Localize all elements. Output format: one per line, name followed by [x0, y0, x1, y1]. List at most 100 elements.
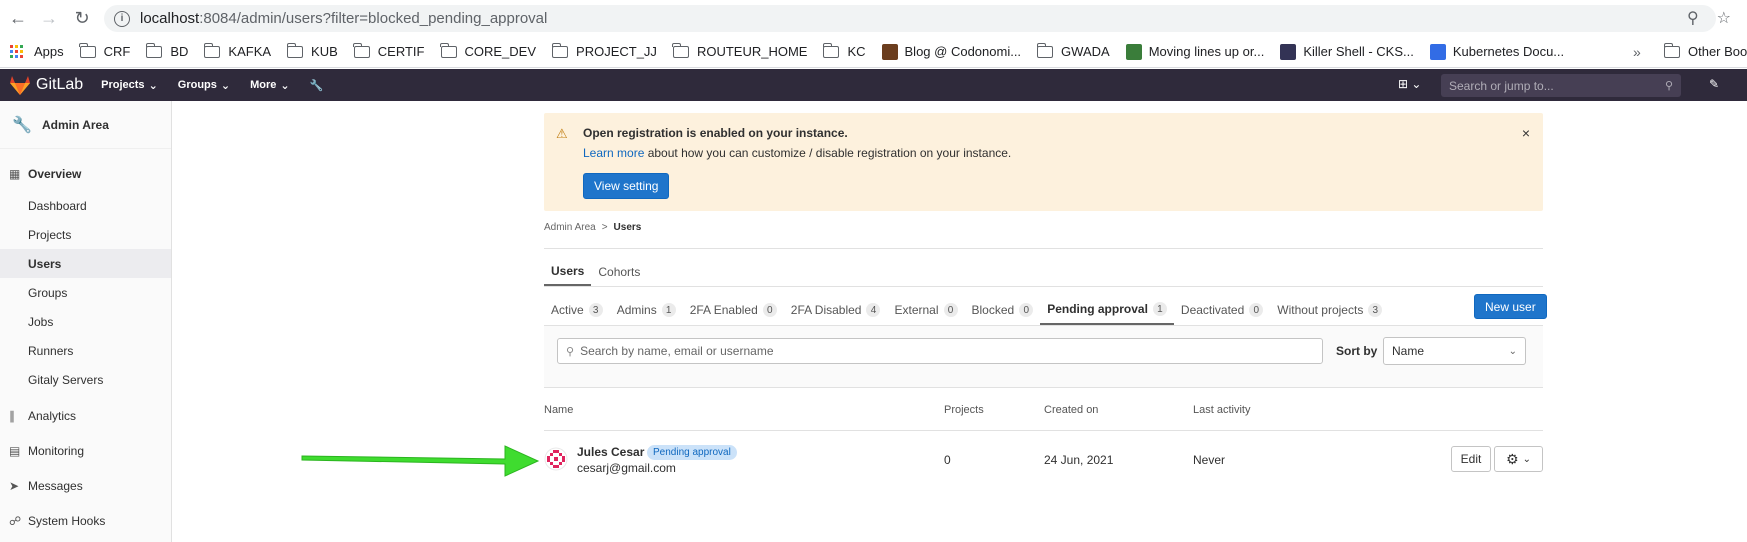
sidebar-item-label: Analytics — [28, 408, 77, 423]
divider — [544, 248, 1543, 249]
user-name-link[interactable]: Jules Cesar — [577, 445, 644, 459]
reload-icon[interactable]: ↻ — [70, 6, 94, 30]
admin-wrench-icon[interactable]: 🔧 — [310, 79, 324, 92]
breadcrumb-admin-area[interactable]: Admin Area — [544, 222, 596, 233]
search-placeholder: Search by name, email or username — [580, 344, 774, 358]
alert-body-text: about how you can customize / disable re… — [644, 146, 1012, 160]
breadcrumb: Admin Area > Users — [544, 222, 641, 233]
user-email: cesarj@gmail.com — [577, 461, 676, 475]
bookmark-label: CORE_DEV — [464, 44, 537, 59]
chevron-down-icon: ⌄ — [1508, 345, 1517, 357]
tab-without-projects[interactable]: Without projects 3 — [1270, 295, 1389, 325]
forward-icon[interactable]: → — [37, 6, 61, 30]
nav-more-label: More — [250, 79, 277, 91]
close-icon[interactable]: × — [1522, 125, 1530, 141]
tab-pending-approval[interactable]: Pending approval 1 — [1040, 295, 1174, 325]
sidebar-item-runners[interactable]: Runners — [0, 336, 171, 365]
chevron-down-icon: ⌄ — [1522, 453, 1531, 465]
bookmark-item[interactable]: ROUTEUR_HOME — [672, 42, 807, 59]
hooks-icon: ☍ — [9, 513, 22, 528]
bookmark-item[interactable]: BD — [145, 42, 188, 59]
avatar[interactable] — [544, 447, 568, 471]
analytics-icon: ∥ — [9, 408, 15, 423]
tab-label: 2FA Disabled — [790, 303, 862, 317]
bookmark-item[interactable]: Moving lines up or... — [1125, 43, 1264, 60]
learn-more-link[interactable]: Learn more — [583, 146, 644, 160]
tab-cohorts[interactable]: Cohorts — [591, 258, 647, 286]
sidebar-item-projects[interactable]: Projects — [0, 220, 171, 249]
bookmark-item[interactable]: CORE_DEV — [440, 42, 537, 59]
edit-user-button[interactable]: Edit — [1451, 446, 1491, 472]
todo-icon[interactable]: ✎ — [1709, 77, 1719, 91]
sidebar-header[interactable]: 🔧 Admin Area — [0, 101, 171, 149]
count-badge: 4 — [866, 303, 881, 317]
bookmark-label: PROJECT_JJ — [576, 44, 657, 59]
sidebar-item-jobs[interactable]: Jobs — [0, 307, 171, 336]
brand-name: GitLab — [36, 76, 84, 93]
column-header-projects: Projects — [944, 404, 984, 416]
tab-active[interactable]: Active 3 — [544, 295, 610, 325]
sidebar-item-overview[interactable]: ▦ Overview — [0, 157, 171, 191]
folder-icon — [440, 42, 457, 58]
bookmark-item[interactable]: KC — [822, 42, 866, 59]
bookmark-item[interactable]: PROJECT_JJ — [551, 42, 657, 59]
bookmarks-overflow-icon[interactable]: » — [1633, 44, 1641, 60]
bookmark-item[interactable]: KAFKA — [203, 42, 271, 59]
sort-label: Sort by — [1336, 344, 1378, 358]
nav-groups[interactable]: Groups ⌄ — [178, 79, 230, 92]
view-setting-button[interactable]: View setting — [583, 173, 670, 199]
tab-2fa-disabled[interactable]: 2FA Disabled 4 — [784, 295, 888, 325]
monitor-icon: ▤ — [9, 443, 21, 458]
tab-admins[interactable]: Admins 1 — [610, 295, 683, 325]
chevron-down-icon: ⌄ — [280, 79, 290, 92]
user-actions-dropdown[interactable]: ⚙ ⌄ — [1494, 446, 1543, 472]
sidebar-item-analytics[interactable]: ∥ Analytics — [0, 398, 171, 433]
nav-more[interactable]: More ⌄ — [250, 79, 290, 92]
sidebar-item-label: Monitoring — [28, 443, 85, 458]
sidebar-item-gitaly-servers[interactable]: Gitaly Servers — [0, 365, 171, 394]
chevron-down-icon: ⌄ — [148, 79, 158, 92]
tab-external[interactable]: External 0 — [887, 295, 964, 325]
user-search-panel: ⚲ Search by name, email or username Sort… — [544, 326, 1543, 388]
bookmark-item[interactable]: Apps — [10, 44, 64, 59]
tab-deactivated[interactable]: Deactivated 0 — [1174, 295, 1270, 325]
sidebar-item-users[interactable]: Users — [0, 249, 171, 278]
page-tabs: Users Cohorts — [544, 258, 647, 286]
nav-projects[interactable]: Projects ⌄ — [101, 79, 158, 92]
sidebar-item-dashboard[interactable]: Dashboard — [0, 191, 171, 220]
sidebar-item-groups[interactable]: Groups — [0, 278, 171, 307]
bookmark-label: GWADA — [1061, 44, 1110, 59]
sidebar-item-monitoring[interactable]: ▤ Monitoring — [0, 433, 171, 468]
site-info-icon[interactable]: i — [114, 10, 130, 27]
bookmark-item[interactable]: CRF — [79, 42, 130, 59]
gitlab-logo[interactable]: GitLab — [10, 75, 84, 95]
zoom-icon[interactable]: ⚲ — [1687, 8, 1699, 28]
tab-label: Without projects — [1277, 303, 1364, 317]
bookmark-item[interactable]: Killer Shell - CKS... — [1280, 43, 1414, 60]
new-user-button[interactable]: New user — [1474, 294, 1547, 319]
new-item-dropdown[interactable]: ⊞ ⌄ — [1398, 77, 1421, 91]
bookmark-item[interactable]: Blog @ Codonomi... — [881, 43, 1021, 60]
tab-blocked[interactable]: Blocked 0 — [965, 295, 1041, 325]
address-bar[interactable]: i localhost:8084/admin/users?filter=bloc… — [104, 5, 1716, 32]
bookmark-item[interactable]: KUB — [286, 42, 338, 59]
sidebar-item-messages[interactable]: ➤ Messages — [0, 468, 171, 503]
bookmark-item[interactable]: Kubernetes Docu... — [1429, 43, 1564, 60]
back-icon[interactable]: ← — [6, 6, 30, 30]
tab-label: Blocked — [971, 303, 1015, 317]
tab-users[interactable]: Users — [544, 258, 592, 286]
sidebar-item-system-hooks[interactable]: ☍ System Hooks — [0, 503, 171, 538]
other-bookmarks-folder[interactable]: Other Book — [1663, 42, 1747, 59]
user-search-input[interactable]: ⚲ Search by name, email or username — [557, 338, 1323, 364]
breadcrumb-users[interactable]: Users — [614, 222, 642, 233]
tab-2fa-enabled[interactable]: 2FA Enabled 0 — [683, 295, 784, 325]
bookmark-item[interactable]: CERTIF — [353, 42, 425, 59]
bookmark-star-icon[interactable]: ☆ — [1717, 8, 1731, 28]
identicon-icon — [544, 447, 568, 471]
wrench-icon: 🔧 — [12, 116, 32, 134]
favicon-icon — [1280, 43, 1297, 60]
bookmark-item[interactable]: GWADA — [1036, 42, 1110, 59]
global-search-input[interactable]: Search or jump to... ⚲ — [1441, 74, 1681, 97]
sort-select[interactable]: Name ⌄ — [1383, 337, 1526, 365]
browser-toolbar: ← → ↻ i localhost:8084/admin/users?filte… — [0, 0, 1747, 36]
